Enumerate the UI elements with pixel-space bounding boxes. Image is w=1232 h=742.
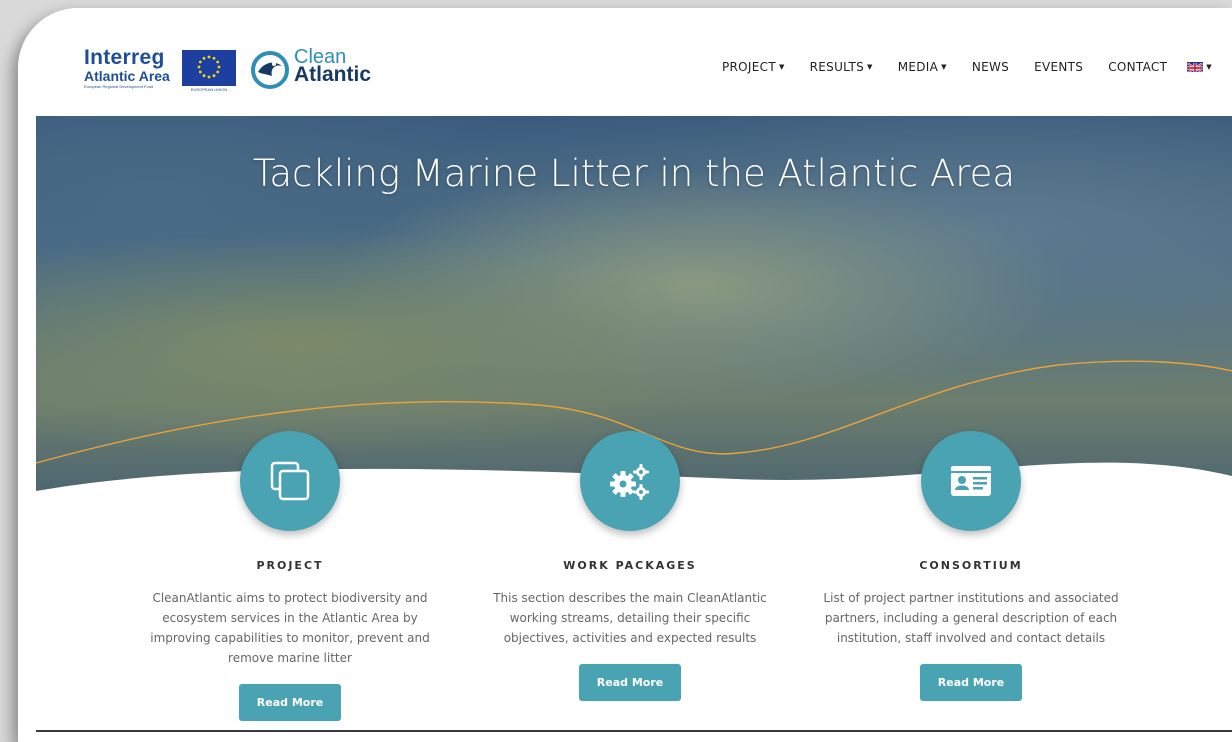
cleanatlantic-emblem-icon	[251, 51, 289, 89]
feature-title: WORK PACKAGES	[563, 559, 697, 572]
chevron-down-icon: ▼	[1206, 63, 1212, 71]
nav-item-label: RESULTS	[809, 60, 865, 74]
uk-flag-icon	[1187, 62, 1204, 72]
feature-work-packages: WORK PACKAGES This section describes the…	[470, 431, 790, 701]
eu-flag-logo: EUROPEAN UNION	[182, 50, 236, 94]
nav-item-label: MEDIA	[897, 60, 939, 74]
interreg-logo-word: Interreg	[84, 46, 165, 69]
feature-consortium: CONSORTIUM List of project partner insti…	[811, 431, 1131, 701]
main-nav: PROJECT ▼ RESULTS ▼ MEDIA ▼ NEWS EVENTS CON…	[722, 60, 1212, 74]
feature-icon-circle[interactable]	[240, 431, 340, 531]
nav-item-label: EVENTS	[1034, 60, 1084, 74]
nav-item-news[interactable]: NEWS	[972, 60, 1009, 74]
chevron-down-icon: ▼	[778, 63, 785, 71]
feature-description: CleanAtlantic aims to protect biodiversi…	[150, 591, 430, 665]
nav-item-label: CONTACT	[1108, 60, 1168, 74]
nav-item-results[interactable]: RESULTS ▼	[810, 60, 873, 74]
nav-item-media[interactable]: MEDIA ▼	[898, 60, 947, 74]
page-bottom-edge	[36, 730, 1232, 732]
nav-item-project[interactable]: PROJECT ▼	[722, 60, 785, 74]
feature-title: CONSORTIUM	[919, 559, 1023, 572]
language-selector[interactable]: ▼	[1187, 62, 1212, 72]
nav-item-label: NEWS	[971, 60, 1010, 74]
read-more-button[interactable]: Read More	[579, 664, 681, 701]
cleanatlantic-logo[interactable]: Clean Atlantic	[250, 47, 380, 92]
read-more-button[interactable]: Read More	[239, 684, 341, 721]
feature-project: PROJECT CleanAtlantic aims to protect bi…	[130, 431, 450, 721]
feature-title: PROJECT	[256, 559, 324, 572]
interreg-logo[interactable]: Interreg Atlantic Area European Regional…	[84, 46, 176, 92]
nav-item-events[interactable]: EVENTS	[1034, 60, 1083, 74]
hero-title: Tackling Marine Litter in the Atlantic A…	[252, 152, 1016, 195]
read-more-button[interactable]: Read More	[920, 664, 1022, 701]
chevron-down-icon: ▼	[941, 63, 947, 71]
site-header: Interreg Atlantic Area European Regional…	[18, 8, 1232, 118]
eu-label: EUROPEAN UNION	[190, 87, 228, 92]
feature-description: List of project partner institutions and…	[823, 591, 1119, 645]
cleanatlantic-wordmark: Clean Atlantic	[294, 47, 372, 86]
copy-icon	[270, 461, 310, 501]
browser-frame: Interreg Atlantic Area European Regional…	[18, 8, 1232, 742]
chevron-down-icon: ▼	[867, 63, 873, 71]
atlantic-word: Atlantic	[294, 63, 372, 86]
cogs-icon	[610, 464, 649, 500]
interreg-logo-subtitle: Atlantic Area	[84, 68, 170, 84]
interreg-logo-fund: European Regional Development Fund	[84, 84, 154, 89]
id-card-icon	[951, 466, 991, 496]
eu-flag-icon	[182, 50, 236, 86]
feature-icon-circle[interactable]	[580, 431, 680, 531]
nav-item-contact[interactable]: CONTACT	[1108, 60, 1167, 74]
feature-description: This section describes the main CleanAtl…	[493, 591, 767, 645]
feature-icon-circle[interactable]	[921, 431, 1021, 531]
nav-item-label: PROJECT	[722, 60, 776, 74]
